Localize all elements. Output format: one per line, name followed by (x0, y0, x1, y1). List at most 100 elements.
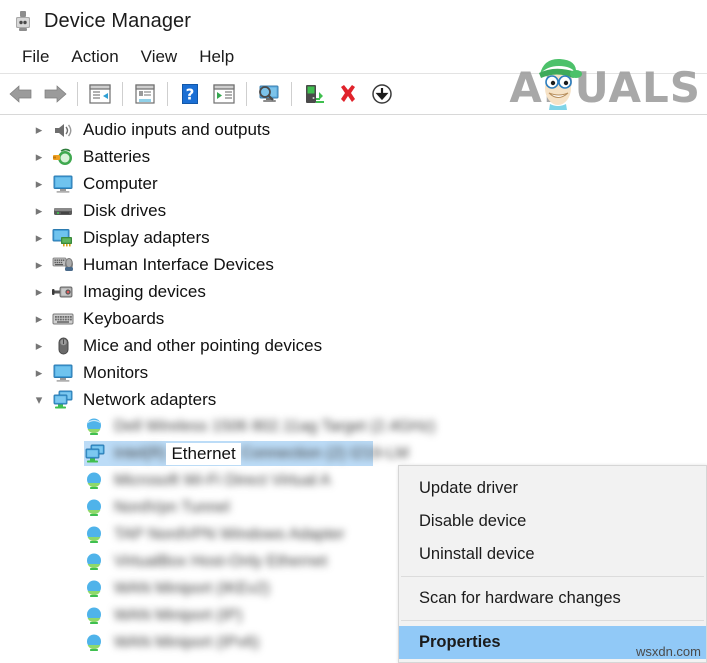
network-adapter-icon (84, 444, 106, 464)
svg-text:?: ? (186, 86, 195, 104)
tree-item-label: Disk drives (83, 200, 167, 220)
network-child-label-suffix: Connection (2) I219-LM (240, 444, 409, 462)
show-hide-console-tree-icon[interactable] (83, 77, 117, 111)
network-child-label: VirtualBox Host-Only Ethernet (114, 552, 328, 570)
wireless-adapter-icon (84, 498, 106, 518)
network-child-label: WAN Miniport (IPv6) (114, 633, 260, 651)
hid-icon (52, 255, 74, 275)
toolbar-separator (291, 82, 292, 106)
chevron-down-icon[interactable]: ▾ (30, 391, 48, 409)
menu-file[interactable]: File (11, 45, 60, 70)
tree-item-monitors[interactable]: ▸ Monitors (0, 359, 707, 386)
tree-item-imaging-devices[interactable]: ▸ Imaging devices (0, 278, 707, 305)
tree-item-label: Batteries (83, 146, 151, 166)
update-driver-icon[interactable] (297, 77, 331, 111)
chevron-right-icon[interactable]: ▸ (30, 229, 48, 247)
tree-item-batteries[interactable]: ▸ Batteries (0, 143, 707, 170)
context-menu-item-uninstall-device[interactable]: Uninstall device (399, 538, 706, 571)
tree-item-label: Computer (83, 173, 158, 193)
tree-item-label: Network adapters (83, 389, 217, 409)
scan-for-hardware-changes-icon[interactable] (252, 77, 286, 111)
wireless-adapter-icon (84, 471, 106, 491)
tree-item-network-adapters[interactable]: ▾ Network adapters (0, 386, 707, 413)
chevron-right-icon[interactable]: ▸ (30, 256, 48, 274)
menu-action[interactable]: Action (60, 45, 129, 70)
uninstall-device-icon[interactable] (331, 77, 365, 111)
tree-item-label: Mice and other pointing devices (83, 335, 323, 355)
tree-item-label: Monitors (83, 362, 149, 382)
chevron-right-icon[interactable]: ▸ (30, 121, 48, 139)
chevron-right-icon[interactable]: ▸ (30, 337, 48, 355)
forward-arrow-icon[interactable] (38, 77, 72, 111)
wireless-adapter-icon (84, 606, 106, 626)
back-arrow-icon[interactable] (4, 77, 38, 111)
toolbar-separator (122, 82, 123, 106)
chevron-right-icon[interactable]: ▸ (30, 364, 48, 382)
wireless-adapter-icon (84, 552, 106, 572)
tree-item-human-interface-devices[interactable]: ▸ Human Interface Devices (0, 251, 707, 278)
title-bar: Device Manager (0, 0, 707, 42)
tree-item-label: Human Interface Devices (83, 254, 274, 274)
display-adapter-icon (52, 228, 74, 248)
toolbar-separator (246, 82, 247, 106)
network-child-row[interactable]: Dell Wireless 1506 802.11ag Target (2.4G… (0, 413, 707, 440)
chevron-right-icon[interactable]: ▸ (30, 202, 48, 220)
toolbar-separator (77, 82, 78, 106)
context-menu[interactable]: Update driver Disable device Uninstall d… (398, 465, 707, 663)
disk-drive-icon (52, 201, 74, 221)
imaging-device-icon (52, 282, 74, 302)
wireless-adapter-icon (84, 579, 106, 599)
network-child-label-ethernet: Ethernet (166, 442, 241, 465)
network-child-label-prefix: Intel(R) (114, 444, 167, 462)
chevron-right-icon[interactable]: ▸ (30, 310, 48, 328)
tree-item-label: Imaging devices (83, 281, 206, 301)
context-menu-separator (401, 576, 704, 577)
keyboard-icon (52, 309, 74, 329)
tree-item-keyboards[interactable]: ▸ Keyboards (0, 305, 707, 332)
context-menu-item-disable-device[interactable]: Disable device (399, 505, 706, 538)
monitor-icon (52, 363, 74, 383)
tree-item-label: Keyboards (83, 308, 165, 328)
battery-icon (52, 147, 74, 167)
chevron-right-icon[interactable]: ▸ (30, 148, 48, 166)
tree-item-computer[interactable]: ▸ Computer (0, 170, 707, 197)
network-child-label: Microsoft Wi-Fi Direct Virtual A (114, 471, 331, 489)
network-child-label: NordVpn Tunnel (114, 498, 230, 516)
network-adapter-icon (52, 390, 74, 410)
help-icon[interactable]: ? (173, 77, 207, 111)
menu-bar: File Action View Help (0, 42, 707, 72)
toolbar: ? (0, 73, 707, 115)
wireless-adapter-icon (84, 525, 106, 545)
chevron-right-icon[interactable]: ▸ (30, 175, 48, 193)
tree-item-label: Display adapters (83, 227, 210, 247)
tree-item-disk-drives[interactable]: ▸ Disk drives (0, 197, 707, 224)
monitor-icon (52, 174, 74, 194)
context-menu-separator (401, 620, 704, 621)
disable-device-icon[interactable] (365, 77, 399, 111)
context-menu-item-scan-for-hardware-changes[interactable]: Scan for hardware changes (399, 582, 706, 615)
tree-item-audio-inputs-and-outputs[interactable]: ▸ Audio inputs and outputs (0, 116, 707, 143)
tree-item-mice-and-other-pointing-devices[interactable]: ▸ Mice and other pointing devices (0, 332, 707, 359)
network-child-label: TAP NordVPN Windows Adapter (114, 525, 345, 543)
network-child-label: Dell Wireless 1506 802.11ag Target (2.4G… (114, 417, 436, 435)
network-child-label: WAN Miniport (IKEv2) (114, 579, 270, 597)
menu-help[interactable]: Help (188, 45, 245, 70)
toolbar-separator (167, 82, 168, 106)
show-hide-action-pane-icon[interactable] (207, 77, 241, 111)
menu-view[interactable]: View (130, 45, 189, 70)
properties-icon[interactable] (128, 77, 162, 111)
chevron-right-icon[interactable]: ▸ (30, 283, 48, 301)
wireless-adapter-icon (84, 633, 106, 653)
window-title: Device Manager (44, 9, 192, 32)
device-manager-plug-icon (12, 10, 34, 32)
device-manager-window: Device Manager File Action View Help ? A… (0, 0, 707, 663)
mouse-icon (52, 336, 74, 356)
wireless-adapter-icon (84, 417, 106, 437)
tree-item-display-adapters[interactable]: ▸ Display adapters (0, 224, 707, 251)
tree-item-label: Audio inputs and outputs (83, 119, 271, 139)
network-child-label: WAN Miniport (IP) (114, 606, 243, 624)
context-menu-item-update-driver[interactable]: Update driver (399, 472, 706, 505)
watermark: wsxdn.com (635, 644, 701, 659)
speaker-icon (52, 120, 74, 140)
network-child-row-ethernet[interactable]: Intel(R) Ethernet Connection (2) I219-LM (0, 440, 707, 467)
